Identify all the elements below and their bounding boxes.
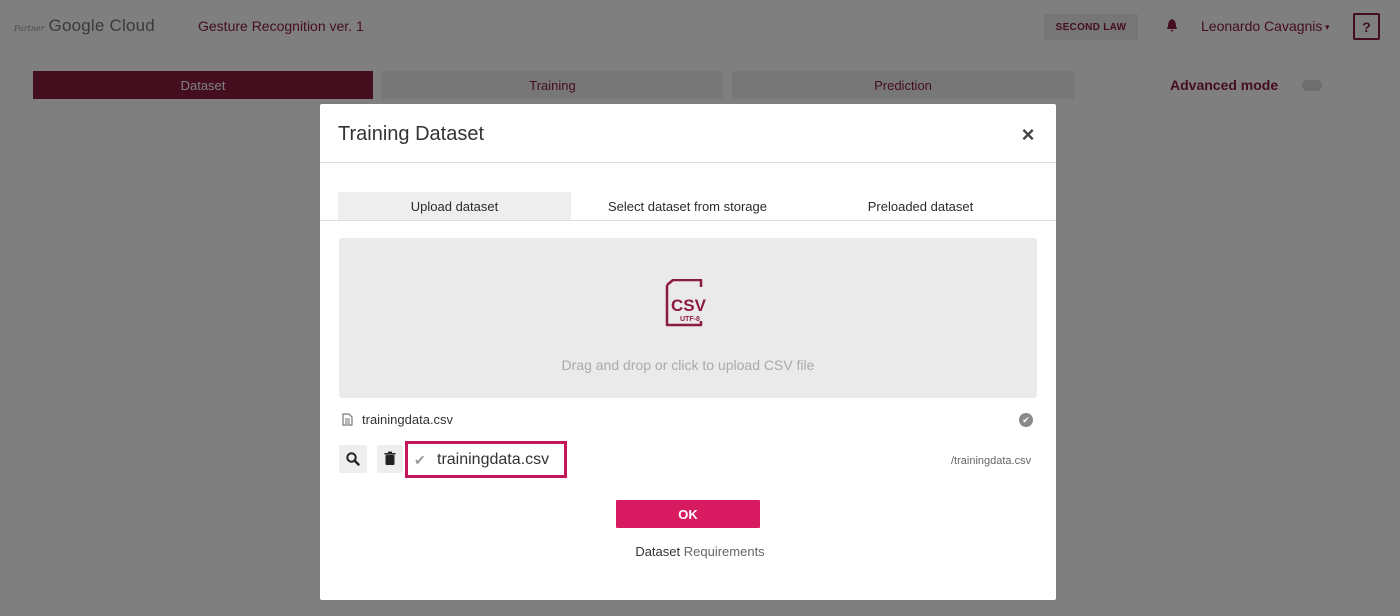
search-icon [346, 452, 360, 466]
csv-icon-text: CSV [671, 296, 707, 315]
delete-button[interactable] [377, 445, 403, 473]
requirements-prefix: Dataset [635, 544, 681, 559]
tab-upload-dataset[interactable]: Upload dataset [338, 192, 571, 220]
check-circle-icon: ✔ [1019, 413, 1033, 427]
ok-button[interactable]: OK [616, 500, 760, 528]
csv-file-icon: CSV UTF-8 [665, 279, 707, 327]
divider [320, 162, 1056, 163]
close-icon[interactable]: × [1017, 124, 1039, 146]
dataset-tabs: Upload dataset Select dataset from stora… [320, 192, 1056, 221]
dataset-requirements-link[interactable]: Dataset Requirements [0, 544, 1400, 559]
csv-icon-subtext: UTF-8 [680, 316, 700, 323]
dropzone-text: Drag and drop or click to upload CSV fil… [561, 357, 815, 373]
selected-file-highlight[interactable]: ✔ trainingdata.csv [405, 441, 567, 478]
selected-file-name: trainingdata.csv [437, 451, 550, 468]
trash-icon [384, 451, 396, 465]
search-button[interactable] [339, 445, 367, 473]
requirements-suffix: Requirements [683, 544, 765, 559]
document-icon [342, 413, 353, 426]
uploaded-file-name: trainingdata.csv [362, 412, 454, 427]
modal-title: Training Dataset [338, 123, 484, 145]
checkmark-icon: ✔ [414, 452, 426, 468]
file-path: /trainingdata.csv [951, 455, 1032, 467]
tab-preloaded-dataset[interactable]: Preloaded dataset [804, 192, 1037, 220]
tab-select-from-storage[interactable]: Select dataset from storage [571, 192, 804, 220]
csv-dropzone[interactable]: CSV UTF-8 Drag and drop or click to uplo… [339, 238, 1037, 398]
uploaded-file-row: trainingdata.csv ✔ [342, 411, 1036, 429]
